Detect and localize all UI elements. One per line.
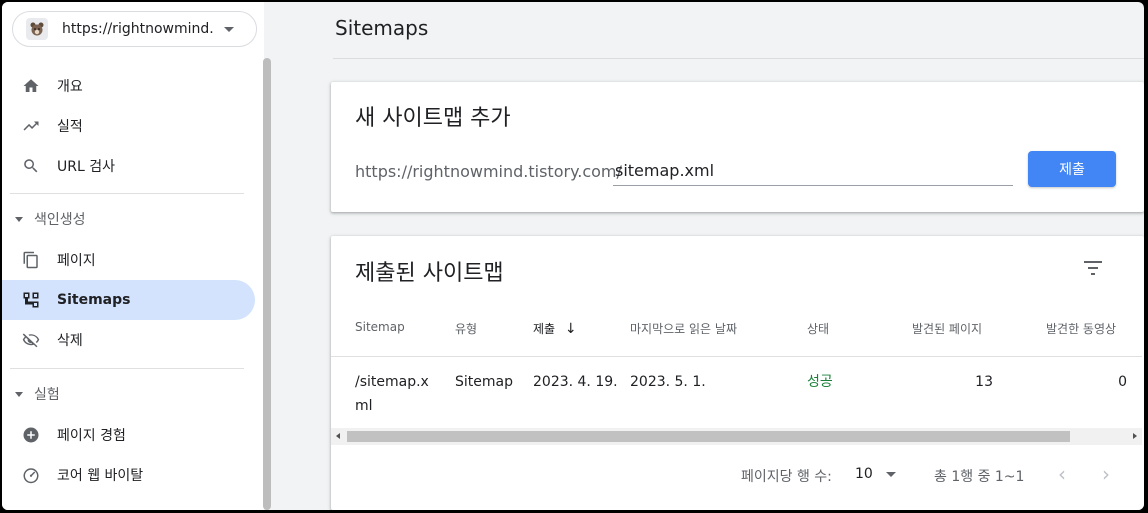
app-frame: https://rightnowmind... 개요 실적 URL 검사 색인생… <box>2 2 1144 510</box>
sidebar-item-label: 페이지 경험 <box>57 428 126 444</box>
property-url: https://rightnowmind... <box>62 21 214 37</box>
sidebar-item-sitemaps[interactable]: Sitemaps <box>2 280 255 320</box>
section-experience[interactable]: 실험 <box>2 376 255 412</box>
sidebar-scrollbar[interactable] <box>263 58 271 510</box>
sitemap-url-prefix: https://rightnowmind.tistory.com/ <box>355 162 622 181</box>
sitemap-url-input[interactable] <box>613 156 1013 186</box>
cell-status: 성공 <box>807 374 833 390</box>
sort-arrow-down-icon: ↓ <box>564 321 577 337</box>
add-circle-icon <box>21 425 41 445</box>
home-icon <box>21 76 41 96</box>
horizontal-scrollbar[interactable] <box>331 428 1142 445</box>
sidebar-item-pages[interactable]: 페이지 <box>2 240 255 280</box>
collapse-caret-icon <box>15 216 23 222</box>
column-header-videos[interactable]: 발견한 동영상 <box>1046 320 1116 337</box>
sidebar-item-label: Sitemaps <box>57 292 131 308</box>
collapse-caret-icon <box>15 391 23 397</box>
filter-icon[interactable] <box>1081 256 1105 280</box>
sidebar-item-url-inspection[interactable]: URL 검사 <box>2 146 255 186</box>
section-label: 실험 <box>34 387 60 403</box>
visibility-off-icon <box>21 330 41 350</box>
page-title: Sitemaps <box>335 16 429 40</box>
column-header-sitemap[interactable]: Sitemap <box>355 320 405 334</box>
trending-up-icon <box>21 116 41 136</box>
cell-type: Sitemap <box>455 374 513 390</box>
column-header-status[interactable]: 상태 <box>807 320 829 337</box>
chevron-right-icon[interactable]: › <box>1102 462 1110 486</box>
sidebar-item-label: 실적 <box>57 119 83 135</box>
cell-last-read: 2023. 5. 1. <box>630 374 706 390</box>
cell-videos: 0 <box>1118 374 1127 390</box>
sidebar-divider <box>10 193 244 194</box>
property-selector[interactable]: https://rightnowmind... <box>12 11 257 47</box>
title-divider <box>333 58 1144 59</box>
cell-sitemap[interactable]: /sitemap.x ml <box>355 370 429 418</box>
submit-button[interactable]: 제출 <box>1028 151 1116 187</box>
cell-sitemap-line: ml <box>355 398 373 414</box>
add-sitemap-title: 새 사이트맵 추가 <box>355 106 511 131</box>
sidebar-item-label: 페이지 <box>57 253 96 269</box>
dropdown-caret-icon[interactable] <box>886 472 896 477</box>
sidebar-item-performance[interactable]: 실적 <box>2 106 255 146</box>
submitted-sitemaps-title: 제출된 사이트맵 <box>355 261 504 286</box>
pages-icon <box>21 250 41 270</box>
column-header-label: 제출 <box>533 322 556 336</box>
sidebar-item-removals[interactable]: 삭제 <box>2 320 255 360</box>
table-divider <box>331 356 1142 357</box>
section-indexing[interactable]: 색인생성 <box>2 201 255 237</box>
scrollbar-thumb[interactable] <box>347 431 1070 442</box>
sidebar-item-label: 삭제 <box>57 333 83 349</box>
submitted-sitemaps-card: 제출된 사이트맵 Sitemap 유형 제출 ↓ 마지막으로 읽은 날짜 상태 … <box>331 236 1144 510</box>
add-sitemap-card: 새 사이트맵 추가 https://rightnowmind.tistory.c… <box>331 82 1144 212</box>
section-label: 색인생성 <box>34 212 86 228</box>
bear-favicon-icon <box>26 18 48 40</box>
sidebar-divider <box>10 368 244 369</box>
column-header-type[interactable]: 유형 <box>455 320 477 337</box>
sidebar-item-overview[interactable]: 개요 <box>2 66 255 106</box>
sidebar-item-label: URL 검사 <box>57 159 115 175</box>
cell-pages: 13 <box>975 374 993 390</box>
pagination-range: 총 1행 중 1~1 <box>934 469 1025 485</box>
rows-per-page-label: 페이지당 행 수: <box>741 469 832 485</box>
column-header-submitted[interactable]: 제출 ↓ <box>533 320 577 337</box>
scroll-right-arrow-icon[interactable] <box>1133 433 1137 439</box>
cell-sitemap-line: /sitemap.x <box>355 374 429 390</box>
speed-gauge-icon <box>21 465 41 485</box>
sidebar-item-label: 코어 웹 바이탈 <box>57 468 144 484</box>
cell-submitted: 2023. 4. 19. <box>533 374 618 390</box>
search-icon <box>21 156 41 176</box>
sidebar-item-core-web-vitals[interactable]: 코어 웹 바이탈 <box>2 455 255 495</box>
rows-per-page-select[interactable]: 10 <box>855 466 873 482</box>
column-header-pages[interactable]: 발견된 페이지 <box>912 320 982 337</box>
sidebar-item-label: 개요 <box>57 79 83 95</box>
scroll-left-arrow-icon[interactable] <box>336 433 340 439</box>
column-header-last-read[interactable]: 마지막으로 읽은 날짜 <box>630 320 737 337</box>
sitemap-icon <box>21 290 41 310</box>
sidebar-item-page-experience[interactable]: 페이지 경험 <box>2 415 255 455</box>
chevron-left-icon[interactable]: ‹ <box>1058 462 1066 486</box>
dropdown-caret-icon <box>224 26 234 32</box>
sidebar: https://rightnowmind... 개요 실적 URL 검사 색인생… <box>2 2 264 510</box>
